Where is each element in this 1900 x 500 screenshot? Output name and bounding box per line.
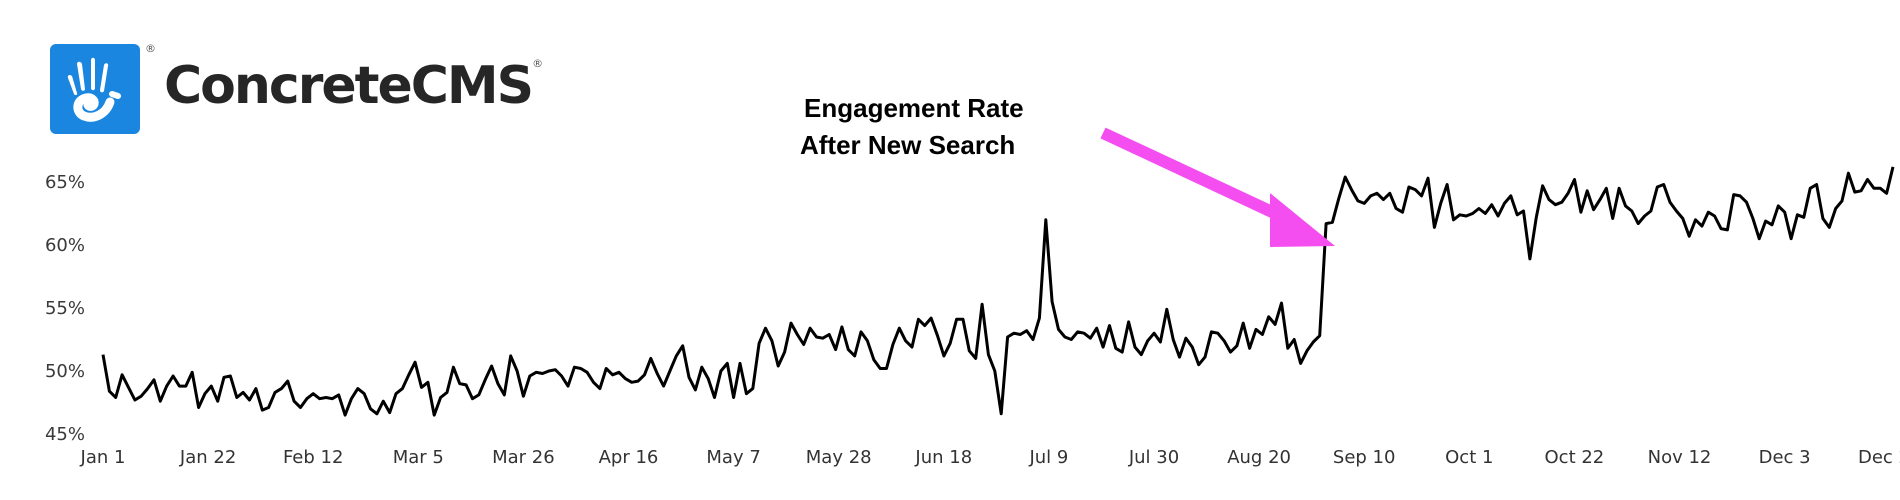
- x-axis: Jan 1 Jan 22 Feb 12 Mar 5 Mar 26 Apr 16 May 7 M…: [80, 447, 1900, 468]
- x-tick-label: Jul 9: [1028, 447, 1068, 468]
- x-tick-label: May 28: [806, 447, 872, 468]
- x-tick-label: Sep 10: [1333, 447, 1396, 468]
- y-tick-label: 45%: [45, 424, 85, 445]
- x-tick-label: Apr 16: [599, 447, 659, 468]
- x-tick-label: Oct 22: [1545, 447, 1605, 468]
- y-tick-label: 60%: [45, 235, 85, 256]
- x-tick-label: Oct 1: [1445, 447, 1493, 468]
- x-tick-label: Mar 5: [393, 447, 444, 468]
- y-tick-label: 50%: [45, 361, 85, 382]
- x-tick-label: Mar 26: [492, 447, 555, 468]
- series-line-engagement-rate: [101, 166, 1895, 417]
- x-tick-label: Jan 1: [80, 447, 126, 468]
- y-tick-label: 55%: [45, 298, 85, 319]
- x-tick-label: May 7: [706, 447, 760, 468]
- x-tick-label: Nov 12: [1648, 447, 1712, 468]
- x-tick-label: Jan 22: [179, 447, 236, 468]
- x-tick-label: Jul 30: [1128, 447, 1179, 468]
- y-tick-label: 65%: [45, 172, 85, 193]
- y-axis: 45% 50% 55% 60% 65%: [45, 172, 85, 445]
- engagement-rate-chart: 45% 50% 55% 60% 65% Jan 1 Jan 22 Feb 12 Mar 5 Ma…: [45, 127, 1900, 468]
- annotation-arrow-icon: [1100, 127, 1335, 247]
- x-tick-label: Feb 12: [283, 447, 344, 468]
- x-tick-label: Dec 24: [1858, 447, 1900, 468]
- x-tick-label: Aug 20: [1227, 447, 1291, 468]
- x-tick-label: Dec 3: [1759, 447, 1811, 468]
- x-tick-label: Jun 18: [914, 447, 972, 468]
